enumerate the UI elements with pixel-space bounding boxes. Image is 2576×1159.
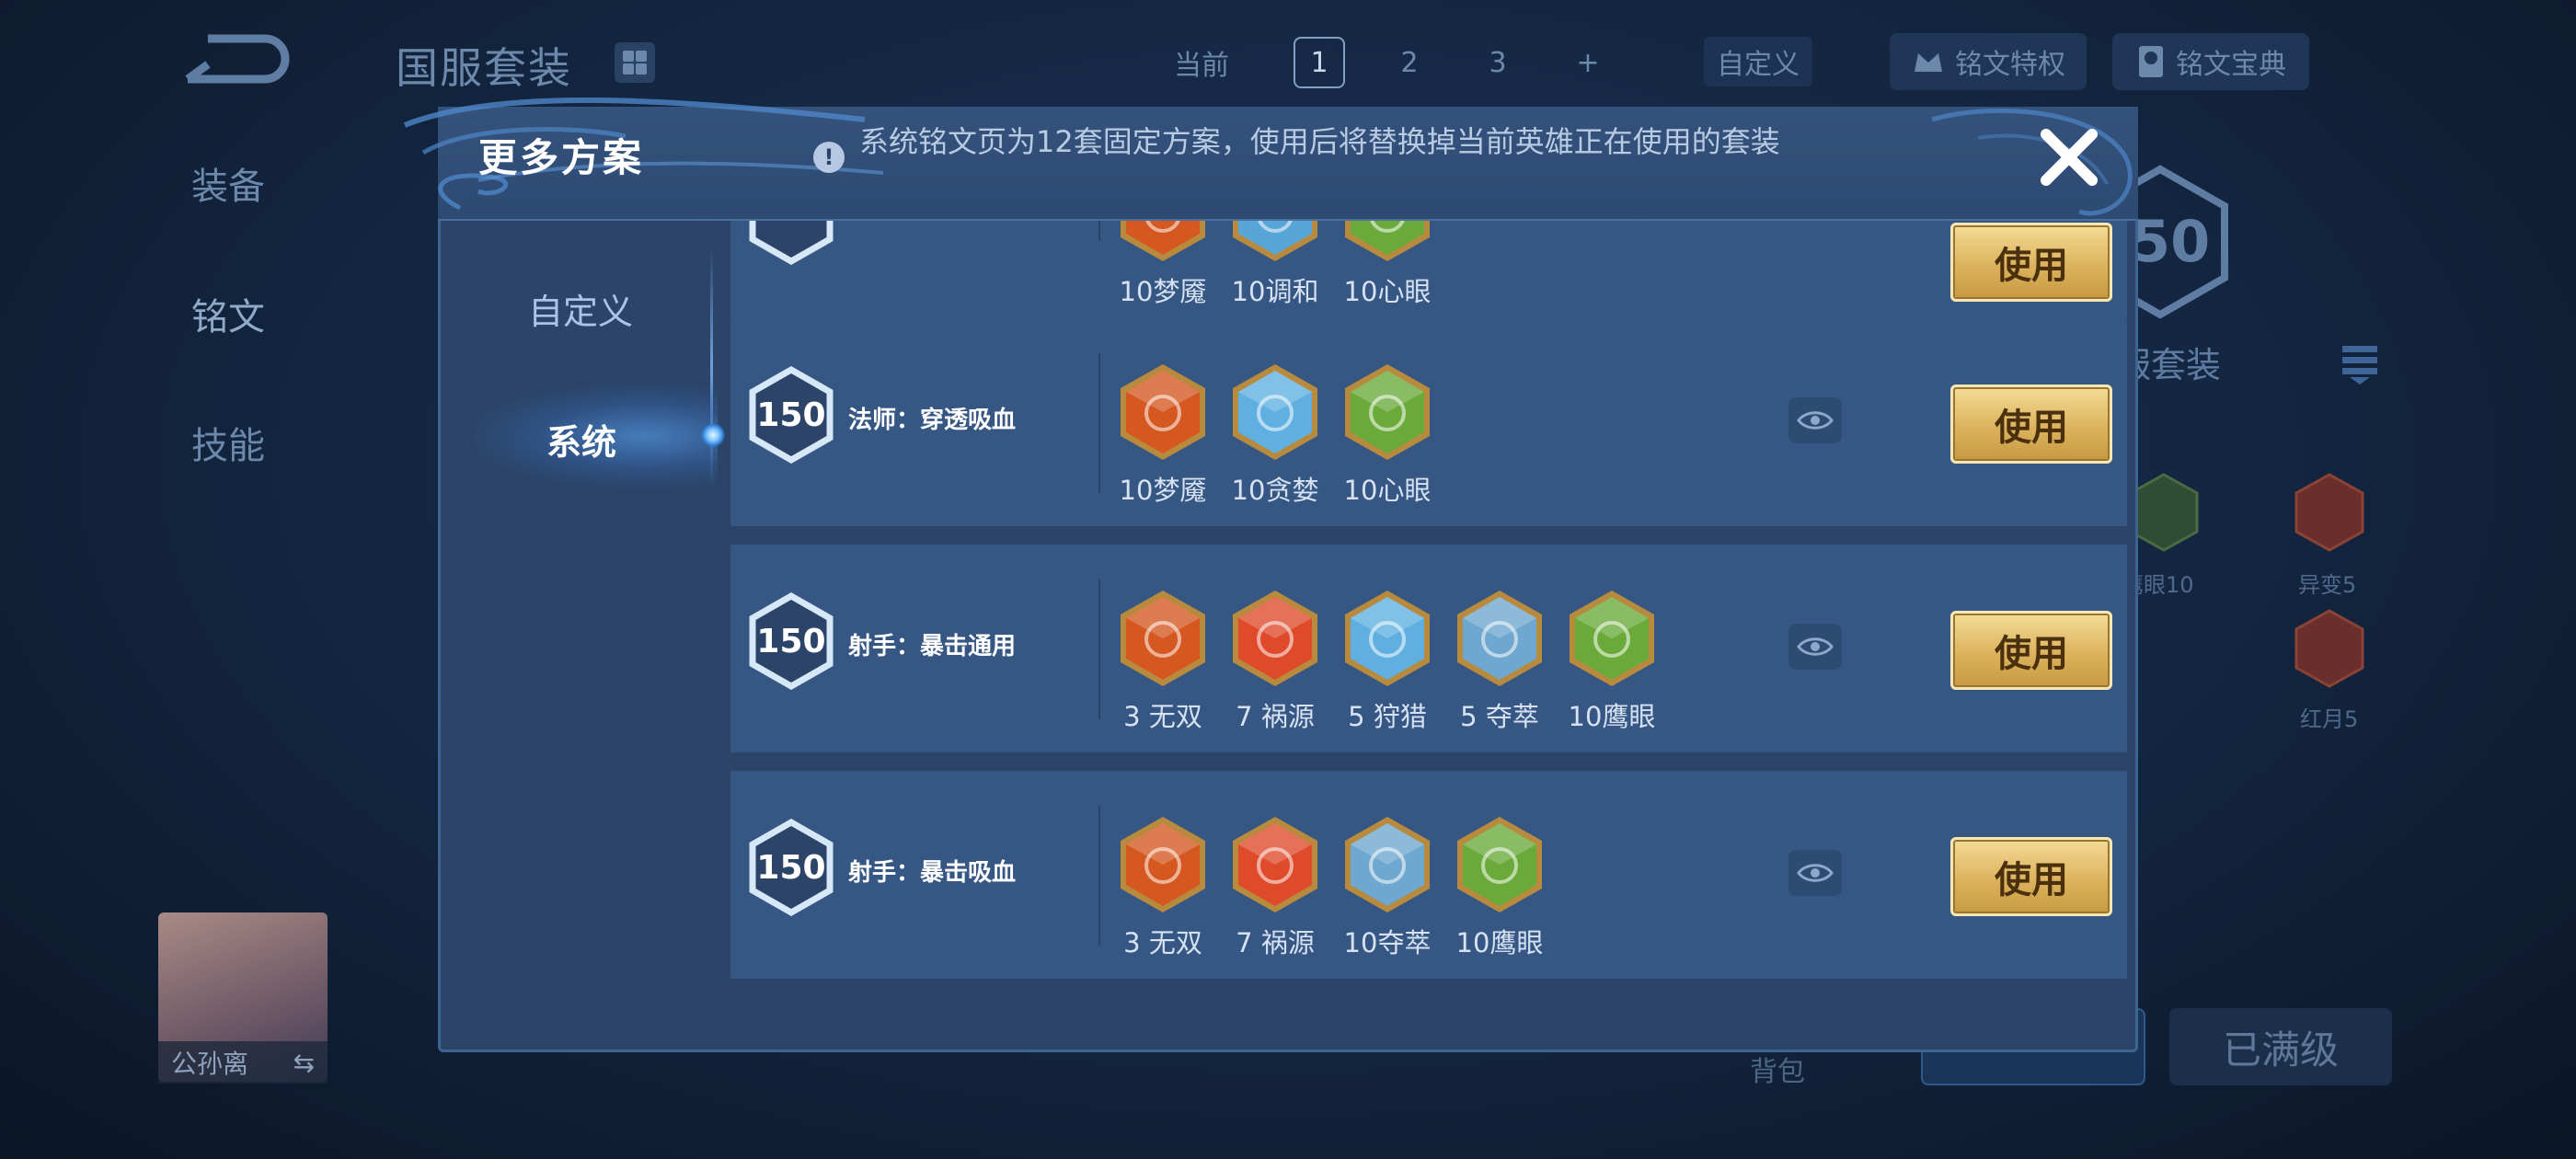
use-button[interactable]: 使用 [1950, 837, 2112, 916]
unrivaled-rune-icon[interactable] [1117, 589, 1209, 688]
tab-active-indicator [701, 423, 725, 447]
plan-name: 射手：暴击通用 [848, 633, 1017, 660]
bg-rune-label: 异变5 [2298, 572, 2357, 598]
modal-title: 更多方案 [478, 135, 645, 180]
book-icon [2139, 46, 2163, 77]
plan-row: 150 射手：暴击通用 3 无双 7 祸源 5 狩猎 5 夺萃 10鹰眼 使用 [730, 545, 2127, 752]
crown-icon [1915, 53, 1942, 72]
privilege-button[interactable]: 铭文特权 [1890, 33, 2087, 90]
rune-label: 10心眼 [1343, 475, 1432, 506]
page-2-button[interactable]: 2 [1384, 37, 1435, 88]
rune-label: 10梦魇 [1119, 276, 1207, 307]
unrivaled-rune-icon[interactable] [1117, 815, 1209, 914]
codex-button[interactable]: 铭文宝典 [2112, 33, 2309, 90]
custom-button[interactable]: 自定义 [1704, 37, 1812, 86]
use-button[interactable]: 使用 [1950, 223, 2112, 302]
rune-label: 5 狩猎 [1348, 701, 1427, 732]
fire-rune-icon[interactable] [1117, 221, 1209, 263]
plan-name: 法师：穿透吸血 [848, 407, 1017, 434]
plan-row: 10梦魇 10调和 10心眼 使用 [730, 221, 2127, 318]
backpack-label: 背包 [1750, 1056, 1805, 1088]
rune-label: 10鹰眼 [1455, 927, 1544, 958]
current-label: 当前 [1174, 50, 1229, 82]
plan-level-badge [747, 221, 835, 266]
green-rune-icon[interactable] [1341, 221, 1433, 263]
calamity-rune-icon[interactable] [1229, 815, 1321, 914]
row-separator [1098, 580, 1100, 719]
plan-name: 射手：暴击吸血 [848, 859, 1017, 887]
plunder-rune-icon[interactable] [1454, 589, 1546, 688]
greed-rune-icon[interactable] [1229, 362, 1321, 462]
plunder-rune-icon[interactable] [1341, 815, 1433, 914]
red-rune-icon [2294, 609, 2364, 688]
sidebar-item-equipment[interactable]: 装备 [191, 156, 265, 210]
hero-name-bar[interactable]: 公孙离 ⇆ [158, 1041, 328, 1084]
rune-label: 10心眼 [1343, 276, 1432, 307]
sidebar-item-runes[interactable]: 铭文 [191, 287, 265, 340]
tab-system[interactable]: 系统 [546, 414, 616, 465]
preview-eye-icon[interactable] [1788, 397, 1842, 443]
blue-rune-icon[interactable] [1229, 221, 1321, 263]
plan-list[interactable]: 10梦魇 10调和 10心眼 使用 150 法师：穿透吸血 10梦魇 10贪婪 10心眼 使用 15… [730, 221, 2127, 1030]
rune-label: 10调和 [1231, 276, 1319, 307]
plan-level: 150 [756, 848, 826, 887]
add-page-button[interactable]: + [1562, 37, 1614, 88]
plan-level: 150 [756, 622, 826, 660]
rune-label: 10梦魇 [1119, 475, 1207, 506]
info-text: 系统铭文页为12套固定方案，使用后将替换掉当前英雄正在使用的套装 [859, 124, 1780, 159]
rune-label: 7 祸源 [1236, 701, 1315, 732]
close-icon[interactable] [2035, 123, 2103, 191]
filter-icon[interactable] [2337, 340, 2383, 386]
hero-name: 公孙离 [171, 1049, 249, 1079]
rune-label: 10夺萃 [1343, 927, 1432, 958]
info-icon: ! [813, 142, 845, 173]
swap-icon[interactable]: ⇆ [293, 1048, 315, 1078]
maxed-button[interactable]: 已满级 [2169, 1008, 2392, 1085]
row-separator [1098, 221, 1100, 241]
preview-eye-icon[interactable] [1788, 850, 1842, 896]
preview-eye-icon[interactable] [1788, 624, 1842, 670]
plan-level: 150 [756, 396, 826, 434]
rune-label: 3 无双 [1123, 927, 1202, 958]
page-3-button[interactable]: 3 [1472, 37, 1524, 88]
rune-label: 10鹰眼 [1568, 701, 1656, 732]
plan-row: 150 法师：穿透吸血 10梦魇 10贪婪 10心眼 使用 [730, 318, 2127, 526]
rune-label: 10贪婪 [1231, 475, 1319, 506]
sidebar-item-skills[interactable]: 技能 [191, 416, 265, 469]
row-separator [1098, 353, 1100, 493]
row-separator [1098, 806, 1100, 946]
plan-row: 150 射手：暴击吸血 3 无双 7 祸源 10夺萃 10鹰眼 使用 [730, 771, 2127, 979]
plan-level-badge: 150 [747, 591, 835, 691]
plan-level-badge: 150 [747, 365, 835, 465]
bg-rune-label: 红月5 [2300, 706, 2359, 732]
mind-eye-rune-icon[interactable] [1341, 362, 1433, 462]
eagle-eye-rune-icon[interactable] [1566, 589, 1658, 688]
codex-label: 铭文宝典 [2176, 49, 2286, 81]
background-title: 国服套装 [396, 43, 572, 93]
plan-level-badge: 150 [747, 818, 835, 917]
red-rune-icon [2294, 473, 2364, 552]
page-1-button[interactable]: 1 [1294, 37, 1345, 88]
green-rune-icon [2129, 473, 2199, 552]
use-button[interactable]: 使用 [1950, 384, 2112, 464]
privilege-label: 铭文特权 [1955, 49, 2065, 81]
back-arrow-icon[interactable] [180, 29, 291, 94]
rune-label: 7 祸源 [1236, 927, 1315, 958]
use-button[interactable]: 使用 [1950, 611, 2112, 690]
nightmare-rune-icon[interactable] [1117, 362, 1209, 462]
rune-label: 3 无双 [1123, 701, 1202, 732]
eagle-eye-rune-icon[interactable] [1454, 815, 1546, 914]
grid-icon[interactable] [615, 42, 655, 83]
hunt-rune-icon[interactable] [1341, 589, 1433, 688]
tab-custom[interactable]: 自定义 [528, 283, 633, 334]
calamity-rune-icon[interactable] [1229, 589, 1321, 688]
rune-label: 5 夺萃 [1460, 701, 1539, 732]
